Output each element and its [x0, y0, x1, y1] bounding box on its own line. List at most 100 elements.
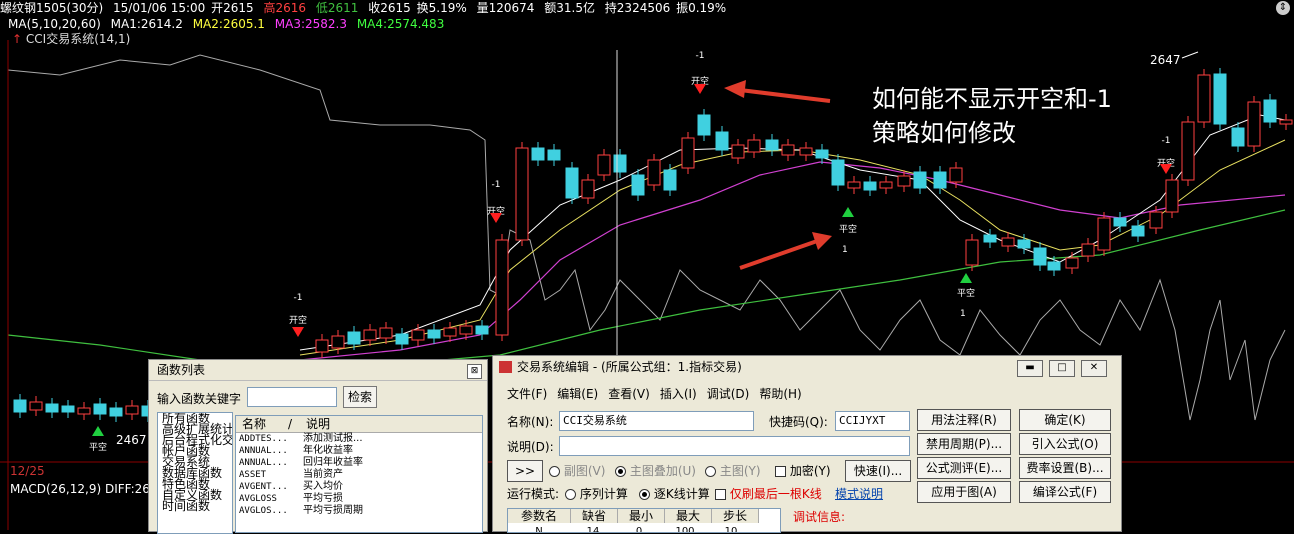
mainchart-radio[interactable]: 主图(Y)	[705, 462, 761, 479]
sell-triangle-icon	[292, 327, 304, 337]
fee-settings-button[interactable]: 费率设置(B)...	[1019, 457, 1111, 479]
table-row[interactable]: AVGLOSS 平均亏损	[236, 493, 482, 505]
annotation-line1: 如何能不显示开空和-1	[872, 85, 1112, 113]
candle-body	[443, 327, 457, 337]
table-row[interactable]: ASSET 当前资产	[236, 469, 482, 481]
candle-body	[45, 403, 59, 413]
candle-body	[1081, 243, 1095, 257]
sort-icon: /	[288, 417, 293, 431]
candle-body	[879, 181, 893, 189]
shortcut-field[interactable]: CCIJYXT	[835, 411, 910, 431]
candle-body	[1131, 225, 1145, 237]
red-arrow-icon: ↑	[12, 32, 23, 46]
table-row[interactable]: ANNUAL... 年化收益率	[236, 445, 482, 457]
function-table-header: 名称 / 说明	[236, 416, 482, 433]
function-name: ADDTES...	[239, 434, 288, 444]
expand-icon[interactable]: ⇕	[1276, 1, 1290, 15]
candle-body	[29, 401, 43, 411]
candle-body	[1247, 101, 1261, 147]
candle-body	[331, 335, 345, 349]
price-high-label: 2647	[1150, 53, 1181, 67]
menu-item[interactable]: 编辑(E)	[557, 387, 598, 401]
close-icon[interactable]: ✕	[1081, 360, 1107, 377]
table-row[interactable]: AVGENT... 买入均价	[236, 481, 482, 493]
symbol: 螺纹钢1505	[0, 1, 67, 15]
table-row[interactable]: ANNUAL... 回归年收益率	[236, 457, 482, 469]
usage-notes-button[interactable]: 用法注释(R)	[917, 409, 1011, 431]
category-list[interactable]: 所有函数 高级扩展统计 后台程式化交 帐户函数 交易系统 数据库函数 特色函数 自定义函数 时间…	[157, 412, 233, 534]
import-button[interactable]: 引入公式(O)	[1019, 433, 1111, 455]
name-label: 名称(N):	[507, 415, 554, 429]
ma4-value: MA4:2574.483	[356, 17, 445, 31]
search-button[interactable]: 检索	[343, 386, 377, 408]
formula-test-button[interactable]: 公式测评(E)...	[917, 457, 1011, 479]
menu-item[interactable]: 文件(F)	[507, 387, 547, 401]
menu-item[interactable]: 插入(I)	[660, 387, 697, 401]
category-item[interactable]: 时间函数	[158, 500, 232, 512]
maximize-icon[interactable]: □	[1049, 360, 1075, 377]
candle-body	[715, 131, 729, 151]
function-table[interactable]: 名称 / 说明 ADDTES... 添加测试报... ANNUAL... 年化收益率 ANN…	[235, 415, 483, 533]
apply-chart-button[interactable]: 应用于图(A)	[917, 481, 1011, 503]
col-desc-header[interactable]: 说明	[302, 416, 330, 432]
desc-field[interactable]	[559, 436, 910, 456]
candle-body	[1263, 99, 1277, 123]
annotation-text: 如何能不显示开空和-1 策略如何修改	[872, 82, 1112, 150]
function-desc: 年化收益率	[303, 445, 353, 456]
last-bar-checkbox[interactable]: 仅刷最后一根K线	[715, 485, 822, 502]
candle-body	[747, 139, 761, 153]
encrypt-checkbox[interactable]: 加密(Y)	[775, 462, 831, 479]
name-field[interactable]: CCI交易系统	[559, 411, 754, 431]
param-table[interactable]: 参数名 缺省 最小 最大 步长 N 14 0 100 10	[507, 508, 781, 533]
candle-body	[913, 171, 927, 189]
candle-body	[61, 405, 75, 413]
confirm-button[interactable]: 确定(K)	[1019, 409, 1111, 431]
menu-item[interactable]: 调试(D)	[707, 387, 750, 401]
annotation-line2: 策略如何修改	[872, 119, 1016, 147]
function-list-window[interactable]: 函数列表 ⊠ 输入函数关键字 检索 所有函数 高级扩展统计 后台程式化交 帐户函数 交易…	[148, 359, 488, 534]
overlay-label: 主图叠加(U)	[629, 464, 696, 478]
table-row[interactable]: ADDTES... 添加测试报...	[236, 433, 482, 445]
param-col-header: 最大	[665, 509, 712, 523]
fast-button[interactable]: 快速(I)...	[845, 460, 911, 482]
datetime: 15/01/06 15:00	[113, 1, 206, 15]
candle-body	[799, 147, 813, 156]
function-desc: 添加测试报...	[303, 433, 363, 444]
expand-button[interactable]: >>	[507, 460, 543, 482]
compile-button[interactable]: 编译公式(F)	[1019, 481, 1111, 503]
candle-body	[1213, 73, 1227, 125]
radio-icon	[565, 489, 576, 500]
menu-item[interactable]: 帮助(H)	[759, 387, 801, 401]
candle-body	[1033, 247, 1047, 266]
radio-icon	[549, 466, 560, 477]
candle-body	[395, 333, 409, 345]
seq-calc-radio[interactable]: 序列计算	[565, 485, 628, 502]
table-row[interactable]: N 14 0 100 10	[508, 523, 780, 532]
subchart-label: 副图(V)	[563, 464, 606, 478]
candle-body	[597, 154, 611, 176]
keyword-input[interactable]	[247, 387, 337, 407]
candle-body	[515, 147, 529, 241]
candle-body	[125, 405, 139, 415]
close-icon[interactable]: ⊠	[467, 364, 482, 379]
sell-triangle-icon	[694, 84, 706, 94]
candle-body	[13, 399, 27, 413]
minimize-icon[interactable]: ▬	[1017, 360, 1043, 377]
subchart-radio[interactable]: 副图(V)	[549, 462, 605, 479]
signal-label-close: 平空	[839, 223, 857, 235]
param-col-header: 最小	[618, 509, 665, 523]
col-name-header[interactable]: 名称	[236, 416, 288, 432]
table-row[interactable]: AVGLOS... 平均亏损周期	[236, 505, 482, 517]
mode-help-link[interactable]: 模式说明	[835, 485, 883, 502]
overlay-radio[interactable]: 主图叠加(U)	[615, 462, 696, 479]
trading-system-editor[interactable]: 交易系统编辑 - (所属公式组：1.指标交易) ▬ □ ✕ 文件(F) 编辑(E)…	[492, 355, 1122, 533]
candle-body	[1181, 121, 1195, 181]
candle-body	[1097, 217, 1111, 251]
tick-calc-radio[interactable]: 逐K线计算	[639, 485, 710, 502]
disable-period-button[interactable]: 禁用周期(P)...	[917, 433, 1011, 455]
menu-item[interactable]: 查看(V)	[608, 387, 650, 401]
signal-value: -1	[294, 293, 303, 303]
candle-body	[347, 331, 361, 345]
candle-body	[1279, 119, 1293, 125]
candle-body	[1001, 237, 1015, 247]
